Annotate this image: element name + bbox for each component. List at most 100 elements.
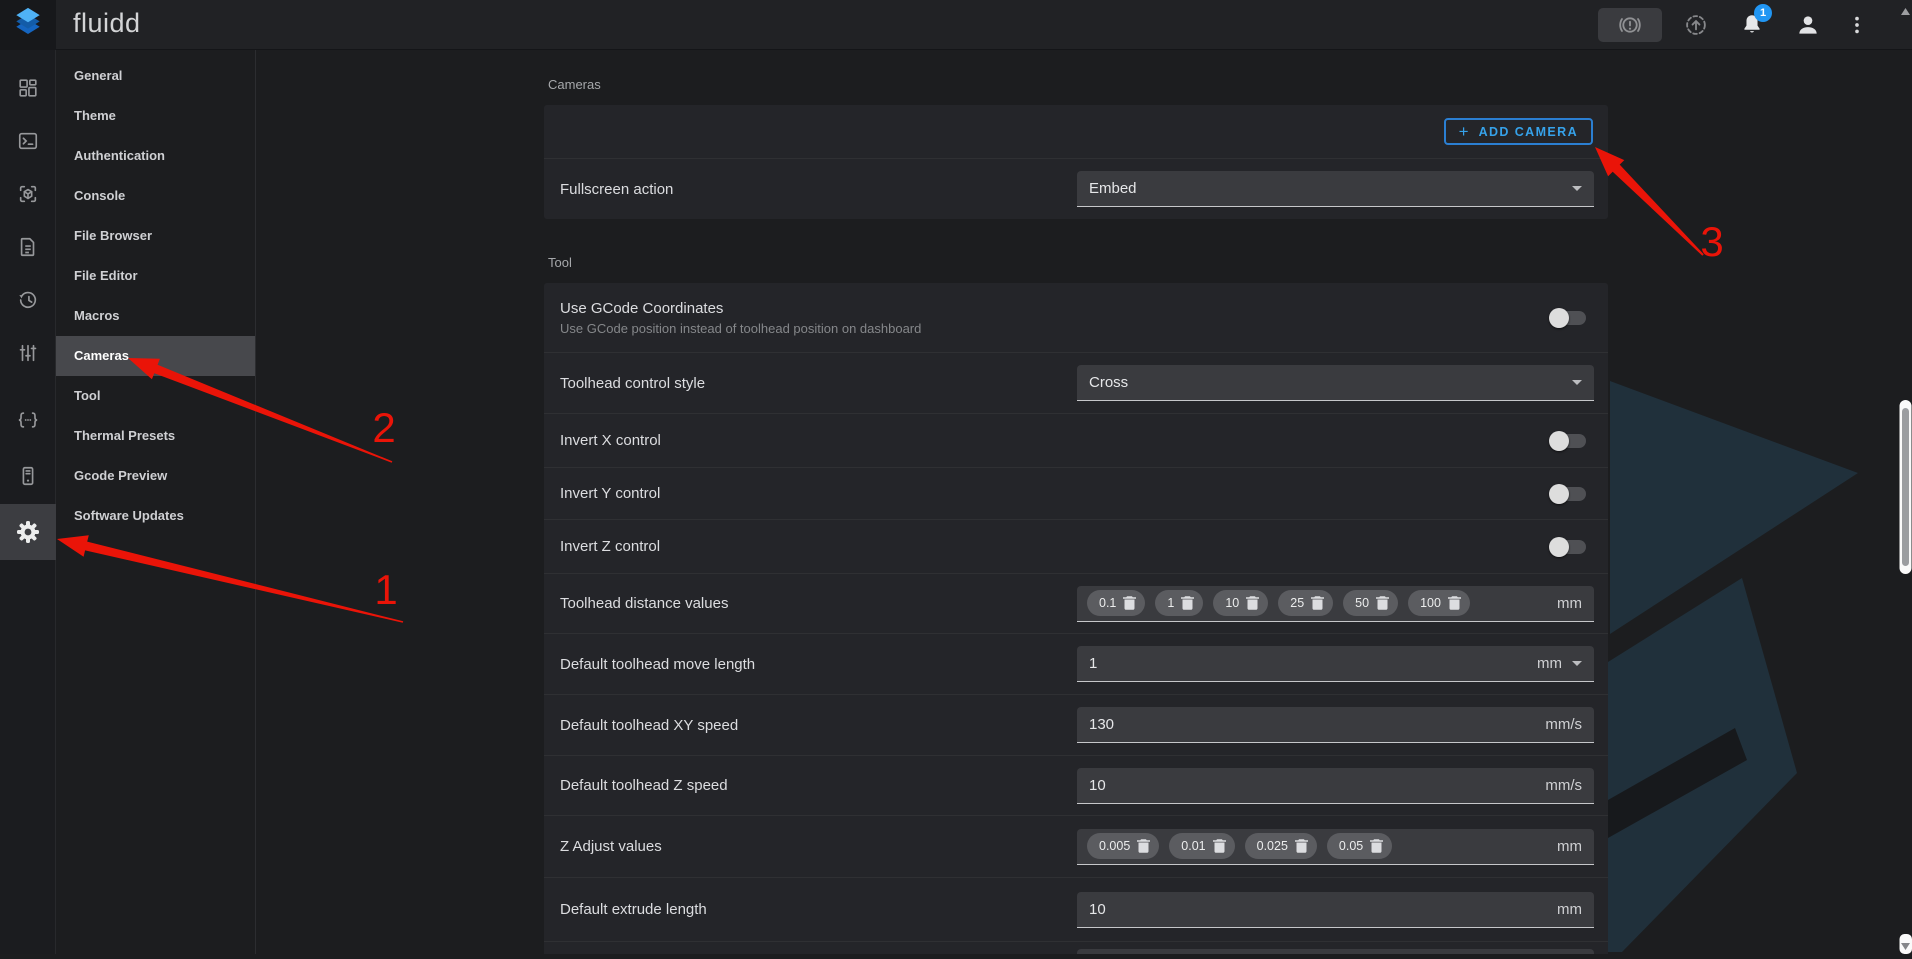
distance-chip[interactable]: 1 [1155, 590, 1203, 616]
delete-icon[interactable] [1295, 839, 1308, 853]
distance-chip[interactable]: 25 [1278, 590, 1333, 616]
sidebar-item-thermal-presets[interactable]: Thermal Presets [56, 416, 255, 456]
chip-value: 50 [1355, 596, 1369, 610]
distance-chip[interactable]: 100 [1408, 590, 1470, 616]
move-length-input[interactable] [1089, 655, 1309, 672]
sidebar-item-tool[interactable]: Tool [56, 376, 255, 416]
fluidd-logo[interactable] [0, 0, 56, 50]
rail-tune-button[interactable] [0, 333, 56, 373]
console-icon [17, 130, 39, 152]
toggle-knob [1549, 484, 1569, 504]
sidebar-item-file-browser[interactable]: File Browser [56, 216, 255, 256]
delete-icon[interactable] [1181, 596, 1194, 610]
unit-label: mm/s [1545, 716, 1582, 733]
toolhead-distance-values-field[interactable]: 0.1 1 10 25 50 100 mm [1077, 586, 1594, 622]
gcode-coordinates-row: Use GCode Coordinates Use GCode position… [544, 283, 1608, 352]
person-icon [1795, 12, 1821, 38]
sidebar-item-file-editor[interactable]: File Editor [56, 256, 255, 296]
rail-configuration-button[interactable] [0, 400, 56, 440]
rail-gcode-preview-button[interactable] [0, 174, 56, 214]
settings-sidebar: General Theme Authentication Console Fil… [56, 50, 256, 954]
xy-speed-field[interactable]: mm/s [1077, 707, 1594, 743]
chip-value: 0.1 [1099, 596, 1116, 610]
add-camera-button[interactable]: + ADD CAMERA [1444, 118, 1593, 145]
sidebar-item-theme[interactable]: Theme [56, 96, 255, 136]
sidebar-item-general[interactable]: General [56, 56, 255, 96]
invert-y-label: Invert Y control [560, 485, 1552, 502]
chip-value: 0.005 [1099, 839, 1130, 853]
rail-jobs-button[interactable] [0, 227, 56, 267]
rail-system-button[interactable] [0, 456, 56, 496]
unit-label: mm/s [1545, 777, 1582, 794]
z-adjust-chip[interactable]: 0.025 [1245, 833, 1317, 859]
invert-y-row: Invert Y control [544, 467, 1608, 519]
sidebar-item-cameras[interactable]: Cameras [56, 336, 255, 376]
file-document-icon [17, 236, 39, 258]
extrude-length-field[interactable]: mm [1077, 892, 1594, 928]
sidebar-item-authentication[interactable]: Authentication [56, 136, 255, 176]
toolhead-distance-values-label: Toolhead distance values [560, 595, 1077, 612]
gear-icon [16, 520, 40, 544]
chevron-down-icon [1572, 186, 1582, 191]
toggle-knob [1549, 537, 1569, 557]
delete-icon[interactable] [1137, 839, 1150, 853]
z-adjust-values-field[interactable]: 0.005 0.01 0.025 0.05 mm [1077, 829, 1594, 865]
z-speed-input[interactable] [1089, 777, 1309, 794]
partial-next-row [544, 941, 1608, 954]
scrollbar-up-arrow[interactable] [1901, 8, 1910, 15]
overflow-menu-button[interactable] [1842, 0, 1872, 50]
upload-config-button[interactable] [1674, 0, 1718, 50]
distance-chip[interactable]: 0.1 [1087, 590, 1145, 616]
xy-speed-row: Default toolhead XY speed mm/s [544, 694, 1608, 755]
upload-icon [1683, 12, 1709, 38]
invert-z-toggle[interactable] [1552, 540, 1586, 554]
scrollbar-thumb[interactable] [1902, 408, 1909, 566]
sidebar-item-software-updates[interactable]: Software Updates [56, 496, 255, 536]
app-title: fluidd [73, 8, 141, 39]
extrude-length-row: Default extrude length mm [544, 877, 1608, 941]
chip-value: 0.05 [1339, 839, 1363, 853]
delete-icon[interactable] [1448, 596, 1461, 610]
section-title-tool: Tool [548, 255, 572, 270]
xy-speed-input[interactable] [1089, 716, 1309, 733]
app-header: fluidd [0, 0, 1912, 50]
delete-icon[interactable] [1213, 839, 1226, 853]
move-length-field[interactable]: mm [1077, 646, 1594, 682]
delete-icon[interactable] [1370, 839, 1383, 853]
move-length-row: Default toolhead move length mm [544, 633, 1608, 694]
z-adjust-chip[interactable]: 0.01 [1169, 833, 1234, 859]
emergency-stop-button[interactable] [1598, 8, 1662, 42]
z-speed-field[interactable]: mm/s [1077, 768, 1594, 804]
z-adjust-chip[interactable]: 0.005 [1087, 833, 1159, 859]
delete-icon[interactable] [1376, 596, 1389, 610]
toggle-knob [1549, 431, 1569, 451]
sidebar-item-console[interactable]: Console [56, 176, 255, 216]
xy-speed-label: Default toolhead XY speed [560, 717, 1077, 734]
rail-settings-button[interactable] [0, 504, 56, 560]
account-button[interactable] [1786, 0, 1830, 50]
delete-icon[interactable] [1311, 596, 1324, 610]
invert-x-toggle[interactable] [1552, 434, 1586, 448]
sidebar-item-macros[interactable]: Macros [56, 296, 255, 336]
sidebar-item-gcode-preview[interactable]: Gcode Preview [56, 456, 255, 496]
partial-field [1077, 949, 1594, 954]
rail-console-button[interactable] [0, 121, 56, 161]
z-adjust-values-row: Z Adjust values 0.005 0.01 0.025 0.05 mm [544, 815, 1608, 877]
chip-value: 0.025 [1257, 839, 1288, 853]
chevron-down-icon[interactable] [1572, 661, 1582, 666]
delete-icon[interactable] [1246, 596, 1259, 610]
invert-y-toggle[interactable] [1552, 487, 1586, 501]
move-length-label: Default toolhead move length [560, 656, 1077, 673]
toolhead-control-style-select[interactable]: Cross [1077, 365, 1594, 401]
notifications-button[interactable]: 1 [1730, 0, 1774, 50]
rail-dashboard-button[interactable] [0, 68, 56, 108]
rail-history-button[interactable] [0, 280, 56, 320]
fullscreen-action-select[interactable]: Embed [1077, 171, 1594, 207]
nav-rail [0, 50, 56, 954]
gcode-coordinates-toggle[interactable] [1552, 311, 1586, 325]
z-adjust-chip[interactable]: 0.05 [1327, 833, 1392, 859]
distance-chip[interactable]: 10 [1213, 590, 1268, 616]
extrude-length-input[interactable] [1089, 901, 1309, 918]
delete-icon[interactable] [1123, 596, 1136, 610]
distance-chip[interactable]: 50 [1343, 590, 1398, 616]
